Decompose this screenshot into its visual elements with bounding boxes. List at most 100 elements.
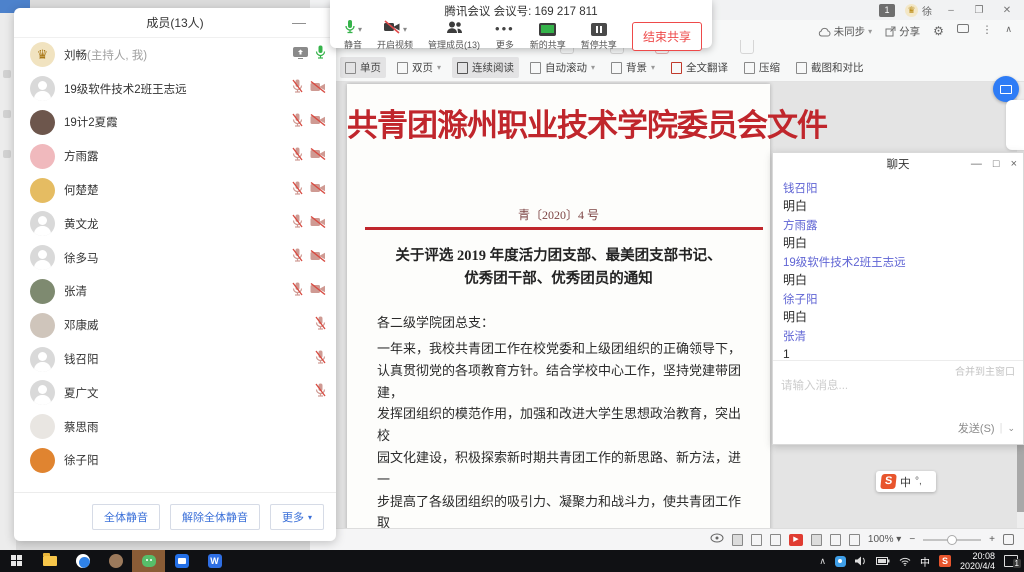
member-row[interactable]: 徐多马 [14,241,336,275]
camera-off-icon [310,80,326,98]
chat-message: 张清 1 [783,330,1013,359]
maximize-button[interactable]: □ [993,153,1000,175]
wifi-icon[interactable] [899,557,911,566]
eye-protect-icon[interactable] [710,533,724,546]
zoom-slider-knob[interactable] [947,535,957,545]
chevron-down-icon[interactable]: ▾ [358,25,362,34]
sync-status-button[interactable]: 未同步 ▾ [818,24,873,39]
members-footer-button[interactable]: 全体静音▾ [92,504,160,530]
wps-button[interactable]: W [198,550,231,572]
minimize-button[interactable]: — [292,8,306,36]
wechat-button[interactable] [132,550,165,572]
member-row[interactable]: 蔡思雨 [14,410,336,444]
view-tool-button[interactable]: 连续阅读 ▾ [452,57,519,78]
fit-width-icon[interactable] [811,534,822,546]
chat-message: 徐子阳 明白 [783,293,1013,325]
tray-language-indicator[interactable]: 中 [920,554,930,569]
sogou-tray-icon[interactable]: S [939,555,951,567]
more-menu-button[interactable]: ⋮ [982,24,993,36]
chevron-down-icon[interactable]: ▾ [403,25,407,34]
zoom-out-button[interactable]: − [909,534,915,545]
chat-messages[interactable]: 钱召阳 明白 方雨露 明白 19级软件技术2班王志远 明白 徐子阳 明白 张清 … [773,177,1023,359]
action-center-icon[interactable]: 1 [1004,555,1018,567]
minimize-button[interactable]: — [971,153,982,175]
single-page-icon[interactable] [751,534,762,546]
taskbar-clock[interactable]: 20:08 2020/4/4 [960,551,995,571]
zoom-slider[interactable] [923,539,981,541]
members-footer-button[interactable]: 解除全体静音▾ [170,504,260,530]
mute-button[interactable]: ▾ 静音 [344,21,362,51]
start-button[interactable] [0,550,33,572]
member-row[interactable]: 黄文龙 [14,207,336,241]
member-name: 蔡思雨 [64,419,99,435]
close-button[interactable]: ✕ [998,5,1016,16]
member-row[interactable]: 张清 [14,275,336,309]
tab-count-badge[interactable]: 1 [879,4,895,17]
merge-to-main-link[interactable]: 合并到主窗口 [955,363,1015,378]
volume-icon[interactable] [855,556,867,566]
view-tool-button[interactable]: 截图和对比 ▾ [791,57,869,78]
maximize-button[interactable]: ❐ [970,5,988,16]
account-chip[interactable]: ♛ 徐 [905,3,932,18]
zoom-in-button[interactable]: + [989,534,995,545]
kebab-icon: ⋮ [982,24,993,36]
chat-input[interactable] [781,377,951,411]
view-tool-button[interactable]: 双页 ▾ [392,57,446,78]
avatar [30,245,55,270]
member-row[interactable]: 19级软件技术2班王志远 [14,72,336,106]
wps-floating-assistant-button[interactable] [993,76,1019,102]
member-row[interactable]: 何楚楚 [14,173,336,207]
new-share-button[interactable]: 新的共享 [530,21,566,51]
member-row[interactable]: 夏广文 [14,376,336,410]
member-row[interactable]: ♛ 刘畅(主持人, 我) [14,38,336,72]
tencent-meeting-button[interactable] [165,550,198,572]
member-row[interactable]: 徐子阳 [14,444,336,478]
minimize-button[interactable]: – [942,5,960,16]
chevron-down-icon[interactable]: ⌄ [1007,423,1015,434]
pause-share-button[interactable]: 暂停共享 [581,21,617,51]
mic-muted-icon [292,147,303,166]
share-button[interactable]: 分享 [885,24,920,39]
close-button[interactable]: × [1011,153,1017,175]
settings-button[interactable]: ⚙ [933,24,944,38]
view-tool-button[interactable]: 压缩 ▾ [739,57,785,78]
members-footer-button[interactable]: 更多▾ [270,504,324,530]
view-tool-button[interactable]: 背景 ▾ [606,57,660,78]
tray-app-icon[interactable] [835,556,846,567]
member-row[interactable]: 19计2夏霞 [14,106,336,140]
mic-muted-icon [292,79,303,98]
comment-button[interactable] [957,24,969,33]
more-button[interactable]: ••• 更多 [495,21,515,51]
member-row[interactable]: 邓康威 [14,308,336,342]
play-slideshow-icon[interactable]: ▶ [789,534,803,546]
sogou-logo-icon[interactable]: S [880,474,897,489]
tray-expand-icon[interactable]: ∧ [819,556,826,567]
browser-button[interactable] [66,550,99,572]
start-video-button[interactable]: ▾ 开启视频 [377,21,413,51]
fit-page-icon[interactable] [830,534,841,546]
battery-icon[interactable] [876,557,890,565]
member-row[interactable]: 钱召阳 [14,342,336,376]
crown-avatar-icon: ♛ [905,4,918,17]
ime-punctuation-indicator[interactable]: °, [915,476,922,487]
file-explorer-button[interactable] [33,550,66,572]
read-mode-icon[interactable] [732,534,743,546]
view-tool-button[interactable]: 单页 ▾ [340,57,386,78]
ime-language-indicator[interactable]: 中 [900,474,911,490]
member-name: 黄文龙 [64,216,99,232]
collapsed-side-panel-handle[interactable] [1006,100,1024,150]
end-share-button[interactable]: 结束共享 [632,22,702,51]
double-page-icon[interactable] [770,534,781,546]
view-tool-button[interactable]: 全文翻译 ▾ [666,57,733,78]
member-row[interactable]: 方雨露 [14,139,336,173]
manage-members-button[interactable]: 管理成员(13) [428,21,480,51]
ime-toolbar[interactable]: S 中 °, [876,471,936,492]
zoom-level[interactable]: 100% ▾ [868,534,901,545]
send-button[interactable]: 发送(S) [958,420,995,436]
fit-custom-icon[interactable] [849,534,860,546]
user-app-button[interactable] [99,550,132,572]
collapse-ribbon-button[interactable]: ∧ [1005,24,1012,35]
fullscreen-icon[interactable] [1003,534,1014,545]
view-tool-button[interactable]: 自动滚动 ▾ [525,57,600,78]
folder-icon [43,556,57,566]
